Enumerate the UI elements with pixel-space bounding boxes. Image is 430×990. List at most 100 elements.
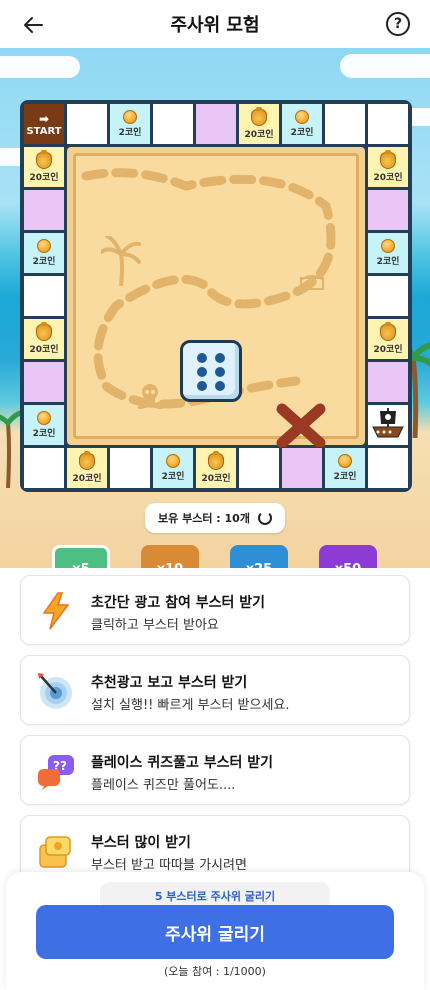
board-tile: 2코인 <box>152 447 194 489</box>
mission-card[interactable]: 추천광고 보고 부스터 받기설치 실행!! 빠르게 부스터 받으세요. <box>20 655 410 725</box>
tile-reward: 2코인 <box>32 429 56 439</box>
board-tile <box>367 103 409 145</box>
page-title: 주사위 모험 <box>170 15 260 36</box>
board-tile <box>23 361 65 403</box>
board-tile: 20코인 <box>195 447 237 489</box>
tile-reward: 20코인 <box>373 172 403 183</box>
board-tile <box>238 447 280 489</box>
coin-icon <box>338 454 352 468</box>
multiplier-button[interactable]: x25 <box>230 545 288 568</box>
arrow-left-icon <box>24 17 43 33</box>
palm-tree-icon <box>101 236 141 286</box>
board-tile <box>367 275 409 317</box>
money-bag-icon <box>208 450 224 470</box>
board-tile <box>367 189 409 231</box>
money-bag-icon <box>79 450 95 470</box>
board-tile <box>66 103 108 145</box>
coin-icon <box>37 239 51 253</box>
dice-pip <box>197 367 207 377</box>
mission-card[interactable]: 초간단 광고 참여 부스터 받기클릭하고 부스터 받아요 <box>20 575 410 645</box>
quiz-icon: ?? <box>35 750 77 792</box>
tile-reward: 2코인 <box>290 128 314 138</box>
board-tile <box>324 103 366 145</box>
cloud <box>0 56 80 78</box>
board-tile: 2코인 <box>281 103 323 145</box>
arrow-right-icon: ➡ <box>38 111 50 126</box>
coin-icon <box>381 239 395 253</box>
tile-reward: 2코인 <box>376 257 400 267</box>
refresh-icon[interactable] <box>257 511 272 525</box>
tile-reward: 20코인 <box>72 473 102 484</box>
coin-icon <box>123 110 137 124</box>
pirate-ship-icon <box>370 405 406 446</box>
coin-icon <box>166 454 180 468</box>
board-tile: 20코인 <box>367 318 409 360</box>
start-label: START <box>26 125 62 137</box>
roll-dice-button[interactable]: 주사위 굴리기 <box>36 905 394 959</box>
board-tile <box>23 189 65 231</box>
cloud <box>340 54 430 78</box>
dice[interactable] <box>180 340 242 402</box>
target-icon <box>35 670 77 712</box>
help-button[interactable]: ? <box>386 12 410 36</box>
multiplier-button[interactable]: x50 <box>319 545 377 568</box>
board-tile <box>367 404 409 446</box>
board-tile <box>281 447 323 489</box>
tile-reward: 2코인 <box>333 472 357 482</box>
dice-pip <box>197 381 207 391</box>
mission-description: 클릭하고 부스터 받아요 <box>91 618 219 633</box>
money-bag-icon <box>380 149 396 169</box>
dice-pip <box>215 367 225 377</box>
gift-icon <box>35 830 77 872</box>
tile-reward: 2코인 <box>161 472 185 482</box>
x-mark-icon <box>276 403 326 449</box>
board-tile <box>109 447 151 489</box>
coin-icon <box>37 411 51 425</box>
game-scene: ➡ START 2코인 20코인 2코인 20코인 2코인 20코인 20코인 2코인 20코인 2코… <box>0 48 430 568</box>
money-bag-icon <box>251 106 267 126</box>
board-tile <box>367 447 409 489</box>
booster-count-label: 보유 부스터 : 10개 <box>158 512 250 525</box>
board-tile <box>367 361 409 403</box>
back-button[interactable] <box>20 12 46 38</box>
tile-reward: 20코인 <box>201 473 231 484</box>
board-tile: 2코인 <box>23 232 65 274</box>
mission-title: 추천광고 보고 부스터 받기 <box>91 675 248 691</box>
multiplier-button[interactable]: x5 <box>52 545 110 568</box>
tile-reward: 20코인 <box>29 172 59 183</box>
skull-icon <box>137 384 163 409</box>
tile-reward: 2코인 <box>32 257 56 267</box>
start-tile: ➡ START <box>23 103 65 145</box>
board-tile: 2코인 <box>23 404 65 446</box>
dice-pip <box>197 353 207 363</box>
bottom-sheet: 5 부스터로 주사위 굴리기 주사위 굴리기 (오늘 참여 : 1/1000) <box>6 872 424 990</box>
board-tile: 2코인 <box>367 232 409 274</box>
money-bag-icon <box>36 321 52 341</box>
dice-pip <box>215 381 225 391</box>
treasure-chest-icon <box>300 275 324 290</box>
board-tile <box>23 447 65 489</box>
mission-description: 설치 실행!! 빠르게 부스터 받으세요. <box>91 698 290 713</box>
tile-reward: 2코인 <box>118 128 142 138</box>
lightning-icon <box>35 590 77 632</box>
mission-title: 플레이스 퀴즈풀고 부스터 받기 <box>91 755 274 771</box>
participation-count: (오늘 참여 : 1/1000) <box>164 965 266 978</box>
board-tile: 2코인 <box>109 103 151 145</box>
tile-reward: 20코인 <box>373 344 403 355</box>
board-tile: 20코인 <box>66 447 108 489</box>
game-board: ➡ START 2코인 20코인 2코인 20코인 2코인 20코인 20코인 2코인 20코인 2코… <box>20 100 412 492</box>
mission-description: 부스터 받고 따따블 가시려면 <box>91 858 247 873</box>
board-tile: 20코인 <box>23 146 65 188</box>
money-bag-icon <box>36 149 52 169</box>
mission-title: 부스터 많이 받기 <box>91 835 191 851</box>
board-tile <box>152 103 194 145</box>
multiplier-button[interactable]: x10 <box>141 545 199 568</box>
board-tile: 2코인 <box>324 447 366 489</box>
board-tile <box>195 103 237 145</box>
mission-card[interactable]: ?? 플레이스 퀴즈풀고 부스터 받기 플레이스 퀴즈만 풀어도.... <box>20 735 410 805</box>
board-tile <box>23 275 65 317</box>
tile-reward: 20코인 <box>29 344 59 355</box>
dice-pip <box>215 353 225 363</box>
booster-count: 보유 부스터 : 10개 <box>145 503 285 533</box>
mission-title: 초간단 광고 참여 부스터 받기 <box>91 595 266 611</box>
